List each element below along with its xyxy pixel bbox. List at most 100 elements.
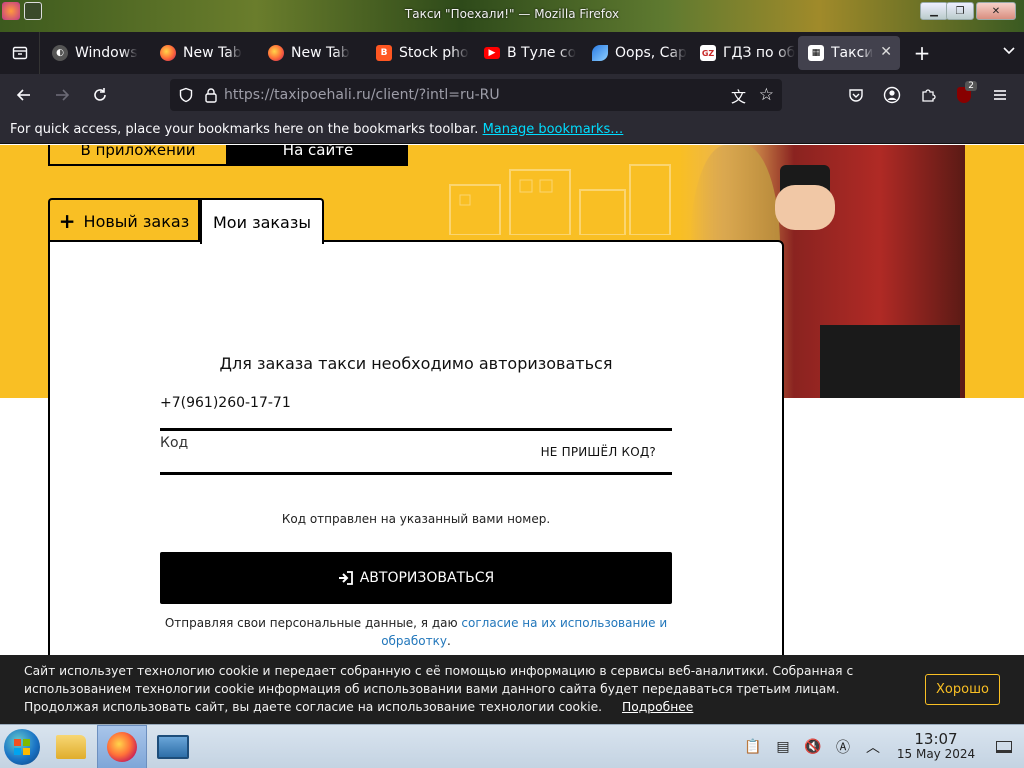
tab-label: ГДЗ по об <box>723 45 796 61</box>
account-button[interactable] <box>874 79 910 111</box>
list-all-tabs-icon[interactable] <box>1002 42 1016 61</box>
volume-muted-icon[interactable]: 🔇 <box>798 725 828 768</box>
reload-button[interactable] <box>82 79 118 111</box>
firefox-icon <box>160 45 176 61</box>
consent-period: . <box>446 634 451 648</box>
consent-text: Отправляя свои персональные данные, я да… <box>160 614 672 650</box>
tab-taxi[interactable]: ▦ Такси ✕ <box>798 36 900 70</box>
start-menu-button[interactable] <box>4 729 40 765</box>
terminal-icon <box>157 735 189 759</box>
taskbar-terminal[interactable] <box>148 725 198 768</box>
code-input[interactable]: Код НЕ ПРИШЁЛ КОД? <box>160 435 672 475</box>
close-window-button[interactable]: ✕ <box>976 2 1016 20</box>
address-bar[interactable]: https://taxipoehali.ru/client/?intl=ru-R… <box>170 79 782 111</box>
feather-icon <box>592 45 608 61</box>
resend-code-link[interactable]: НЕ ПРИШЁЛ КОД? <box>541 445 656 459</box>
bookmarks-toolbar: For quick access, place your bookmarks h… <box>0 116 1024 144</box>
windows-logo-icon <box>14 739 30 755</box>
minimize-button[interactable]: ▁ <box>920 2 948 20</box>
tab-youtube[interactable]: ▶ В Туле со <box>474 36 580 70</box>
clipboard-tray-icon[interactable]: 📋 <box>738 725 768 768</box>
taskbar-file-manager[interactable] <box>46 725 96 768</box>
in-app-button[interactable]: В приложении <box>48 145 228 166</box>
tracking-protection-icon[interactable] <box>178 87 194 103</box>
notes-tray-icon[interactable]: ▤ <box>768 725 798 768</box>
tab-label: Stock pho <box>399 45 469 61</box>
url-path: /client/?intl=ru-RU <box>370 87 500 103</box>
input-method-icon[interactable]: Ⓐ <box>828 725 858 768</box>
taskbar-firefox[interactable] <box>97 725 147 768</box>
tab-label: Windows <box>75 45 138 61</box>
lock-icon[interactable] <box>204 87 218 103</box>
cookie-accept-button[interactable]: Хорошо <box>925 674 1000 705</box>
taskbar: 📋 ▤ 🔇 Ⓐ ︿ 13:07 15 May 2024 <box>0 724 1024 768</box>
tab-oops[interactable]: Oops, Сар <box>582 36 688 70</box>
forward-button[interactable] <box>44 79 80 111</box>
on-site-button[interactable]: На сайте <box>228 145 408 166</box>
auth-heading: Для заказа такси необходимо авторизовать… <box>219 354 613 373</box>
chevron-up-icon[interactable]: ︿ <box>858 725 888 768</box>
pocket-icon <box>849 89 863 102</box>
navigation-toolbar: https://taxipoehali.ru/client/?intl=ru-R… <box>0 74 1024 116</box>
extensions-button[interactable] <box>910 79 946 111</box>
tab-new-order[interactable]: + Новый заказ <box>48 198 200 242</box>
tab-stock-photo[interactable]: B Stock pho <box>366 36 472 70</box>
page-content: В приложении На сайте + Новый заказ Мои … <box>0 145 1024 724</box>
app-menu-button[interactable] <box>982 79 1018 111</box>
close-tab-icon[interactable]: ✕ <box>880 44 892 60</box>
youtube-icon: ▶ <box>484 47 500 59</box>
translate-icon[interactable]: 文 <box>731 86 746 107</box>
tab-label: Oops, Сар <box>615 45 687 61</box>
consent-prefix: Отправляя свои персональные данные, я да… <box>164 616 458 630</box>
tab-gdz[interactable]: GZ ГДЗ по об <box>690 36 796 70</box>
tab-strip: ◐ Windows New Tab New Tab B Stock pho ▶ … <box>0 32 1024 74</box>
tab-windows[interactable]: ◐ Windows <box>42 36 148 70</box>
code-placeholder: Код <box>160 435 189 451</box>
back-button[interactable] <box>6 79 42 111</box>
cookie-more-link[interactable]: Подробнее <box>622 700 693 714</box>
tab-label: New Tab <box>291 45 350 61</box>
pocket-button[interactable] <box>838 79 874 111</box>
clock-time: 13:07 <box>914 730 958 748</box>
window-title: Такси "Поехали!" — Mozilla Firefox <box>404 7 620 21</box>
hamburger-menu-icon <box>994 90 1006 100</box>
reload-icon <box>94 88 106 101</box>
authorize-button[interactable]: АВТОРИЗОВАТЬСЯ <box>160 552 672 604</box>
auth-card: Для заказа такси необходимо авторизовать… <box>48 240 784 724</box>
bookmarks-hint: For quick access, place your bookmarks h… <box>10 122 479 137</box>
clock[interactable]: 13:07 15 May 2024 <box>888 732 984 762</box>
arrow-left-icon <box>16 89 30 101</box>
url-host: https://taxipoehali.ru <box>224 87 371 103</box>
sign-in-icon <box>338 571 353 585</box>
tab-label: Такси <box>831 45 874 61</box>
cookie-text: Сайт использует технологию cookie и пере… <box>24 664 854 714</box>
url-text[interactable]: https://taxipoehali.ru/client/?intl=ru-R… <box>224 87 500 103</box>
city-illustration <box>449 164 671 235</box>
tab-my-orders[interactable]: Мои заказы <box>200 198 324 244</box>
authorize-label: АВТОРИЗОВАТЬСЯ <box>359 570 495 586</box>
tab-new-order-label: Новый заказ <box>83 211 190 231</box>
new-tab-button[interactable]: + <box>902 36 942 70</box>
windows-favicon: ◐ <box>52 45 68 61</box>
show-desktop-button[interactable] <box>984 725 1024 768</box>
tab-new-tab-1[interactable]: New Tab <box>150 36 256 70</box>
blogger-icon: B <box>376 45 392 61</box>
firefox-view-button[interactable] <box>0 32 40 74</box>
extension-badge: 2 <box>965 81 977 91</box>
plus-icon: + <box>58 209 76 233</box>
clock-date: 15 May 2024 <box>896 747 976 761</box>
code-sent-message: Код отправлен на указанный вами номер. <box>281 512 551 526</box>
maximize-button[interactable]: ❐ <box>946 2 974 20</box>
account-icon <box>883 86 901 104</box>
tab-new-tab-2[interactable]: New Tab <box>258 36 364 70</box>
bookmark-star-icon[interactable]: ☆ <box>759 85 774 105</box>
phone-input[interactable]: +7(961)260-17-71 <box>160 393 672 431</box>
cookie-text-block: Сайт использует технологию cookie и пере… <box>24 662 914 716</box>
cookie-banner: Сайт использует технологию cookie и пере… <box>0 655 1024 724</box>
arrow-right-icon <box>56 89 70 101</box>
puzzle-icon <box>922 89 936 102</box>
taxi-icon: ▦ <box>808 45 824 61</box>
manage-bookmarks-link[interactable]: Manage bookmarks… <box>483 122 624 137</box>
ublock-extension-button[interactable]: 2 <box>946 79 982 111</box>
firefox-view-icon <box>12 46 27 60</box>
